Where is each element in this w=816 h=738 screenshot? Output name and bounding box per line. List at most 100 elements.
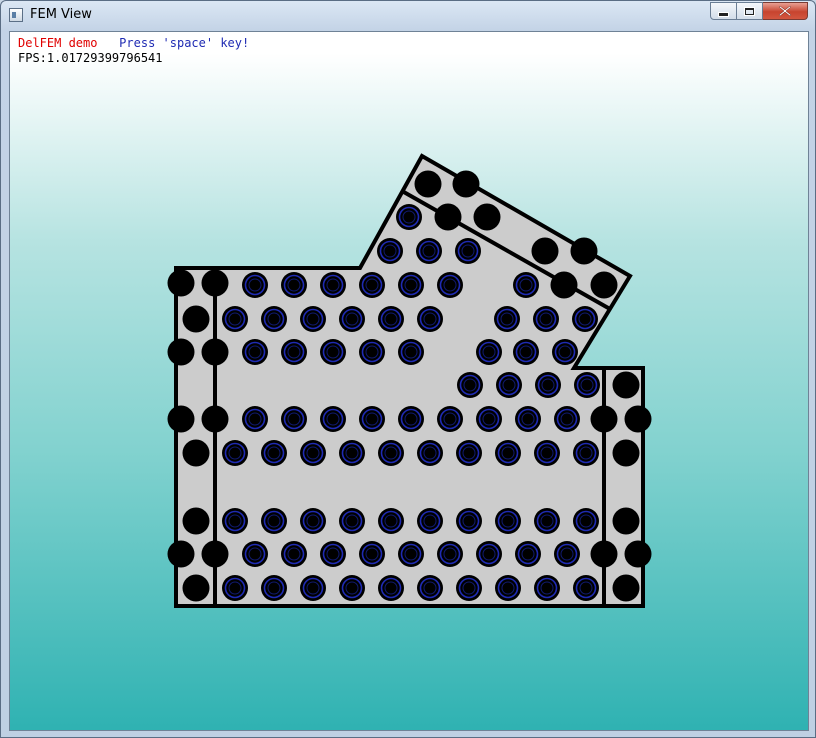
particle: [182, 574, 210, 602]
particle: [358, 271, 386, 299]
particle: [260, 305, 288, 333]
particle: [319, 271, 347, 299]
particle: [338, 507, 366, 535]
particle: [358, 405, 386, 433]
particle: [514, 540, 542, 568]
particle: [182, 439, 210, 467]
title-bar[interactable]: FEM View: [1, 1, 815, 31]
particle: [358, 338, 386, 366]
particle: [182, 305, 210, 333]
particle: [434, 203, 462, 231]
particle: [167, 338, 195, 366]
particle: [436, 271, 464, 299]
particle: [612, 371, 640, 399]
particle: [397, 338, 425, 366]
particle: [299, 507, 327, 535]
particle: [377, 439, 405, 467]
particle: [624, 540, 652, 568]
particle: [572, 574, 600, 602]
particle: [553, 540, 581, 568]
particle: [495, 371, 523, 399]
particle: [358, 540, 386, 568]
particle: [260, 507, 288, 535]
particle: [532, 305, 560, 333]
particle: [395, 203, 423, 231]
particle: [280, 338, 308, 366]
particle: [612, 507, 640, 535]
particle: [319, 540, 347, 568]
particle: [167, 405, 195, 433]
particle: [377, 305, 405, 333]
particle: [590, 405, 618, 433]
particle: [241, 405, 269, 433]
particle: [533, 439, 561, 467]
particle: [494, 574, 522, 602]
particle: [475, 540, 503, 568]
particle: [531, 237, 559, 265]
particle: [573, 371, 601, 399]
window-title: FEM View: [30, 7, 92, 22]
particle: [182, 507, 210, 535]
particle: [572, 439, 600, 467]
particle: [241, 540, 269, 568]
particle: [338, 574, 366, 602]
particle: [299, 439, 327, 467]
particle: [553, 405, 581, 433]
particle: [455, 439, 483, 467]
particle: [512, 338, 540, 366]
fem-scene: [167, 153, 652, 608]
particle: [494, 507, 522, 535]
particle: [455, 574, 483, 602]
particle: [397, 271, 425, 299]
particle: [416, 439, 444, 467]
particle: [590, 540, 618, 568]
app-window-icon[interactable]: [9, 8, 23, 22]
particle: [221, 507, 249, 535]
particle: [241, 338, 269, 366]
particle: [436, 405, 464, 433]
particle: [377, 507, 405, 535]
particle: [533, 574, 561, 602]
particle: [612, 439, 640, 467]
fem-viewport[interactable]: DelFEM demo Press 'space' key! FPS:1.017…: [9, 31, 809, 731]
particle: [534, 371, 562, 399]
particle: [201, 540, 229, 568]
particle: [550, 271, 578, 299]
particle: [533, 507, 561, 535]
particle: [452, 170, 480, 198]
particle: [221, 439, 249, 467]
particle: [280, 271, 308, 299]
particle: [624, 405, 652, 433]
particle: [415, 237, 443, 265]
particle: [416, 507, 444, 535]
particle: [416, 305, 444, 333]
particle: [260, 574, 288, 602]
particle: [494, 439, 522, 467]
particle: [241, 271, 269, 299]
particle: [338, 439, 366, 467]
particle: [280, 540, 308, 568]
particle: [376, 237, 404, 265]
minimize-button[interactable]: [710, 2, 737, 20]
particle: [493, 305, 521, 333]
particle: [572, 507, 600, 535]
particle: [319, 405, 347, 433]
maximize-button[interactable]: [737, 2, 763, 20]
close-button[interactable]: [763, 2, 808, 20]
particle: [416, 574, 444, 602]
particle: [456, 371, 484, 399]
particle: [570, 237, 598, 265]
particle: [397, 405, 425, 433]
particle: [201, 338, 229, 366]
particle: [512, 271, 540, 299]
particle: [475, 338, 503, 366]
particle: [338, 305, 366, 333]
particle: [377, 574, 405, 602]
particle: [436, 540, 464, 568]
particle: [571, 305, 599, 333]
particle: [167, 540, 195, 568]
particle: [221, 574, 249, 602]
particle: [414, 170, 442, 198]
particle: [475, 405, 503, 433]
particle: [473, 203, 501, 231]
